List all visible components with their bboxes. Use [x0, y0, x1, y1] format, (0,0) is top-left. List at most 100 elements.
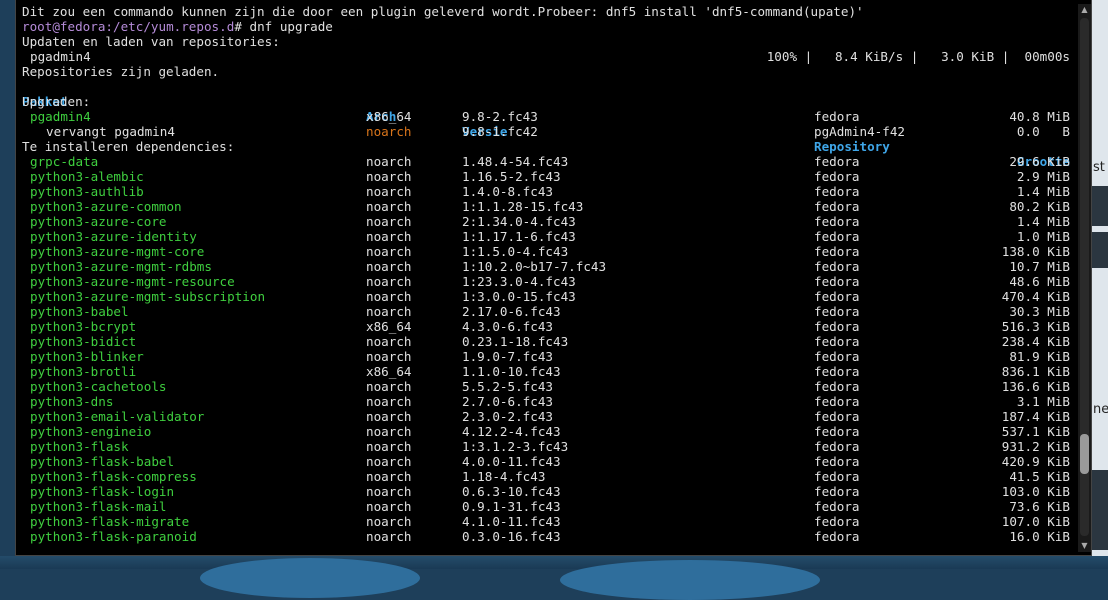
package-arch: noarch [366, 394, 412, 409]
package-version: 2.3.0-2.fc43 [462, 409, 553, 424]
table-row: pgadmin4 x86_64 9.8-2.fc43 fedora 40.8 MiB [22, 109, 1076, 124]
table-row: python3-azure-common noarch 1:1.1.28-15.fc… [22, 199, 1076, 214]
package-size: 48.6 MiB [1009, 274, 1070, 289]
package-arch: noarch [366, 274, 412, 289]
package-name: python3-azure-mgmt-rdbms [30, 259, 212, 274]
package-version: 1:10.2.0~b17-7.fc43 [462, 259, 607, 274]
table-row: python3-flask-mail noarch 0.9.1-31.fc43 fed… [22, 499, 1076, 514]
package-size: 138.0 KiB [1001, 244, 1070, 259]
package-name: python3-azure-core [30, 214, 167, 229]
background-graph-widget [1092, 186, 1108, 226]
package-version: 2.7.0-6.fc43 [462, 394, 553, 409]
package-size: 29.6 KiB [1009, 154, 1070, 169]
package-name: python3-flask-compress [30, 469, 197, 484]
table-row: python3-bidict noarch 0.23.1-18.fc43 fedora… [22, 334, 1076, 349]
package-arch: noarch [366, 199, 412, 214]
wallpaper-shape [560, 560, 820, 600]
package-size: 2.9 MiB [1016, 169, 1070, 184]
package-repository: fedora [814, 469, 860, 484]
package-version: 1.48.4-54.fc43 [462, 154, 569, 169]
package-repository: fedora [814, 379, 860, 394]
table-row: python3-bcrypt x86_64 4.3.0-6.fc43 fedora 51… [22, 319, 1076, 334]
package-name: python3-engineio [30, 424, 152, 439]
package-version: 4.12.2-4.fc43 [462, 424, 561, 439]
package-version: 1:3.1.2-3.fc43 [462, 439, 569, 454]
table-row: python3-azure-core noarch 2:1.34.0-4.fc43 f… [22, 214, 1076, 229]
background-window-text: ne [1093, 402, 1108, 417]
package-name: python3-azure-common [30, 199, 182, 214]
background-graph-widget [1092, 232, 1108, 268]
package-version: 2.17.0-6.fc43 [462, 304, 561, 319]
package-name: vervangt pgadmin4 [46, 124, 175, 139]
package-size: 40.8 MiB [1009, 109, 1070, 124]
progress-repo-name: pgadmin4 [30, 49, 91, 64]
package-arch: noarch [366, 439, 412, 454]
package-arch: noarch [366, 229, 412, 244]
package-version: 1:1.1.28-15.fc43 [462, 199, 584, 214]
package-size: 537.1 KiB [1001, 424, 1070, 439]
terminal-output[interactable]: Dit zou een commando kunnen zijn die doo… [22, 4, 1076, 550]
table-row: python3-authlib noarch 1.4.0-8.fc43 fedora 1… [22, 184, 1076, 199]
table-row: python3-flask noarch 1:3.1.2-3.fc43 fedora 9… [22, 439, 1076, 454]
table-row: python3-blinker noarch 1.9.0-7.fc43 fedora 8… [22, 349, 1076, 364]
package-size: 836.1 KiB [1001, 364, 1070, 379]
package-repository: fedora [814, 439, 860, 454]
package-name: python3-brotli [30, 364, 137, 379]
table-row: python3-azure-mgmt-core noarch 1:1.5.0-4.f… [22, 244, 1076, 259]
package-version: 2:1.34.0-4.fc43 [462, 214, 576, 229]
package-repository: fedora [814, 274, 860, 289]
package-version: 1.18-4.fc43 [462, 469, 546, 484]
package-name: python3-flask-paranoid [30, 529, 197, 544]
scroll-up-icon[interactable]: ▲ [1078, 4, 1091, 16]
table-row: python3-azure-identity noarch 1:1.17.1-6.f… [22, 229, 1076, 244]
package-size: 3.1 MiB [1016, 394, 1070, 409]
package-size: 10.7 MiB [1009, 259, 1070, 274]
package-repository: pgAdmin4-f42 [814, 124, 905, 139]
package-size: 103.0 KiB [1001, 484, 1070, 499]
package-arch: noarch [366, 304, 412, 319]
package-size: 516.3 KiB [1001, 319, 1070, 334]
package-arch: noarch [366, 184, 412, 199]
scroll-thumb[interactable] [1080, 433, 1089, 474]
package-repository: fedora [814, 199, 860, 214]
package-repository: fedora [814, 184, 860, 199]
table-row: python3-flask-babel noarch 4.0.0-11.fc43 fe… [22, 454, 1076, 469]
package-repository: fedora [814, 244, 860, 259]
package-repository: fedora [814, 484, 860, 499]
terminal-line: Repositories zijn geladen. [22, 64, 1076, 79]
table-row: python3-azure-mgmt-subscription noarch 1:3… [22, 289, 1076, 304]
package-name: python3-cachetools [30, 379, 167, 394]
terminal-scrollbar[interactable]: ▲ ▼ [1078, 4, 1091, 552]
wallpaper-shape [200, 558, 420, 598]
package-name: python3-bcrypt [30, 319, 137, 334]
package-version: 1:3.0.0-15.fc43 [462, 289, 576, 304]
scroll-down-icon[interactable]: ▼ [1078, 540, 1091, 552]
prompt-user-host: root@fedora [22, 19, 106, 34]
package-arch: noarch [366, 424, 412, 439]
table-row: python3-flask-compress noarch 1.18-4.fc43 f… [22, 469, 1076, 484]
terminal-line: Updaten en laden van repositories: [22, 34, 1076, 49]
table-row: python3-babel noarch 2.17.0-6.fc43 fedora 30… [22, 304, 1076, 319]
package-arch: noarch [366, 124, 412, 139]
prompt-command: dnf upgrade [241, 19, 333, 34]
package-version: 5.5.2-5.fc43 [462, 379, 553, 394]
package-name: python3-azure-mgmt-core [30, 244, 205, 259]
package-arch: noarch [366, 244, 412, 259]
package-arch: noarch [366, 499, 412, 514]
package-name: python3-bidict [30, 334, 137, 349]
progress-stats: 100% | 8.4 KiB/s | 3.0 KiB | 00m00s [766, 49, 1070, 64]
table-row: vervangt pgadmin4 noarch 9.8-1.fc42 pgAdmin… [22, 124, 1076, 139]
package-size: 470.4 KiB [1001, 289, 1070, 304]
terminal-window[interactable]: Dit zou een commando kunnen zijn die doo… [15, 0, 1092, 556]
package-name: python3-authlib [30, 184, 144, 199]
table-row: python3-cachetools noarch 5.5.2-5.fc43 fedo… [22, 379, 1076, 394]
desktop-background-bottom [0, 556, 1108, 600]
package-size: 136.6 KiB [1001, 379, 1070, 394]
package-name: python3-blinker [30, 349, 144, 364]
package-name: python3-azure-mgmt-subscription [30, 289, 266, 304]
package-version: 4.0.0-11.fc43 [462, 454, 561, 469]
package-repository: fedora [814, 529, 860, 544]
package-version: 1:1.17.1-6.fc43 [462, 229, 576, 244]
table-row: python3-flask-migrate noarch 4.1.0-11.fc43… [22, 514, 1076, 529]
package-repository: fedora [814, 109, 860, 124]
